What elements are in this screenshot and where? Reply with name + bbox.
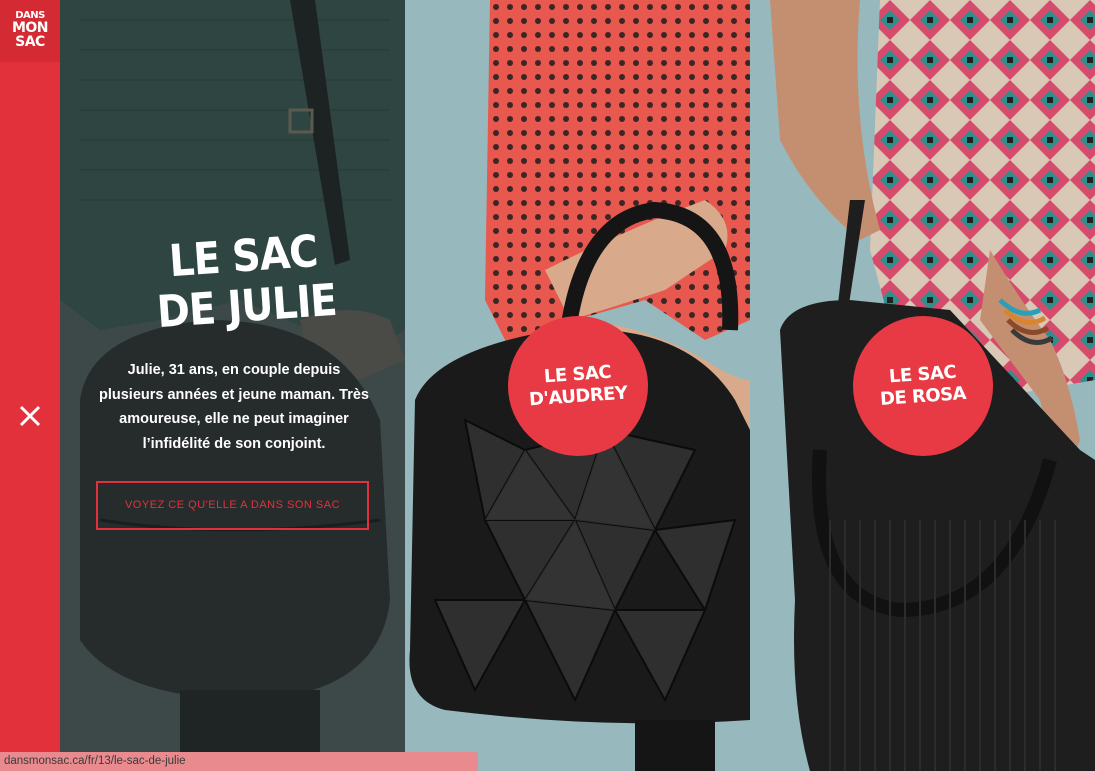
audrey-label-line2: D'AUDREY [528, 382, 628, 411]
julie-title: LE SAC DE JULIE [152, 226, 339, 338]
audrey-bag-link[interactable]: LE SAC D'AUDREY [508, 316, 648, 456]
see-bag-button[interactable]: VOYEZ CE QU'ELLE A DANS SON SAC [96, 481, 369, 530]
close-icon[interactable] [14, 400, 46, 432]
side-rail [0, 0, 60, 771]
julie-description: Julie, 31 ans, en couple depuis plusieur… [99, 362, 369, 452]
logo-line2: MON [11, 20, 49, 36]
logo-line3: SAC [15, 34, 45, 50]
page: LE SAC DE JULIE Julie, 31 ans, en couple… [0, 0, 1095, 771]
status-bar-url: dansmonsac.ca/fr/13/le-sac-de-julie [0, 752, 478, 771]
rosa-bag-link[interactable]: LE SAC DE ROSA [853, 316, 993, 456]
site-logo[interactable]: DANS MON SAC [0, 0, 60, 62]
rosa-label-line2: DE ROSA [879, 383, 967, 410]
